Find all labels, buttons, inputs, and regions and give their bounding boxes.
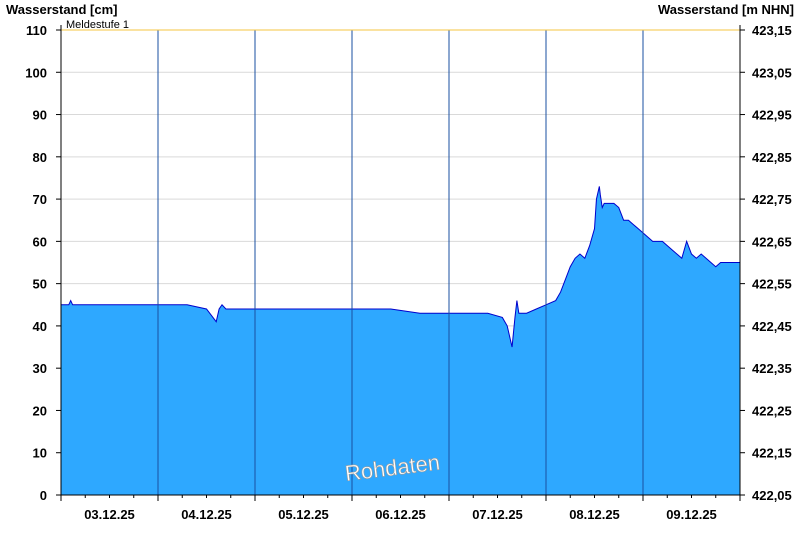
left-tick-label-40: 40 — [33, 319, 47, 334]
left-tick-label-20: 20 — [33, 403, 47, 418]
right-tick-label-2: 422,25 — [752, 403, 792, 418]
right-tick-label-6: 422,65 — [752, 234, 792, 249]
left-tick-labels: 0 10 20 30 40 50 60 70 80 90 100 110 — [25, 23, 47, 503]
water-level-chart: Wasserstand [cm] Wasserstand [m NHN] Mel… — [6, 2, 794, 522]
left-tick-label-80: 80 — [33, 150, 47, 165]
left-tick-label-50: 50 — [33, 277, 47, 292]
right-tick-label-4: 422,45 — [752, 319, 792, 334]
right-tick-label-8: 422,85 — [752, 150, 792, 165]
left-tick-label-30: 30 — [33, 361, 47, 376]
left-tick-label-100: 100 — [25, 65, 47, 80]
left-tick-label-110: 110 — [26, 23, 47, 38]
right-tick-label-1: 422,15 — [752, 446, 792, 461]
left-tick-label-70: 70 — [33, 192, 47, 207]
right-tick-label-9: 422,95 — [752, 108, 792, 123]
x-tick-label-2: 05.12.25 — [278, 507, 329, 522]
right-tick-labels: 422,05 422,15 422,25 422,35 422,45 422,55 422,… — [752, 23, 792, 503]
right-axis-title: Wasserstand [m NHN] — [658, 2, 794, 17]
left-tick-label-10: 10 — [33, 446, 47, 461]
threshold-label: Meldestufe 1 — [66, 19, 129, 31]
right-tick-label-11: 423,15 — [752, 23, 792, 38]
right-tick-label-3: 422,35 — [752, 361, 792, 376]
x-tick-label-6: 09.12.25 — [666, 507, 717, 522]
x-tick-label-0: 03.12.25 — [84, 507, 135, 522]
right-tick-label-0: 422,05 — [752, 488, 792, 503]
left-axis-title: Wasserstand [cm] — [6, 2, 118, 17]
x-tick-label-4: 07.12.25 — [472, 507, 523, 522]
series-area-0 — [61, 186, 740, 495]
data-area — [61, 186, 740, 495]
left-tick-label-0: 0 — [40, 488, 47, 503]
x-tick-label-1: 04.12.25 — [181, 507, 232, 522]
x-tick-label-3: 06.12.25 — [375, 507, 426, 522]
x-tick-label-5: 08.12.25 — [569, 507, 620, 522]
right-tick-label-7: 422,75 — [752, 192, 792, 207]
left-tick-label-60: 60 — [33, 234, 47, 249]
right-tick-label-5: 422,55 — [752, 277, 792, 292]
left-tick-label-90: 90 — [33, 108, 47, 123]
x-tick-labels: 03.12.25 04.12.25 05.12.25 06.12.25 07.12.25… — [84, 507, 717, 522]
right-tick-label-10: 423,05 — [752, 65, 792, 80]
